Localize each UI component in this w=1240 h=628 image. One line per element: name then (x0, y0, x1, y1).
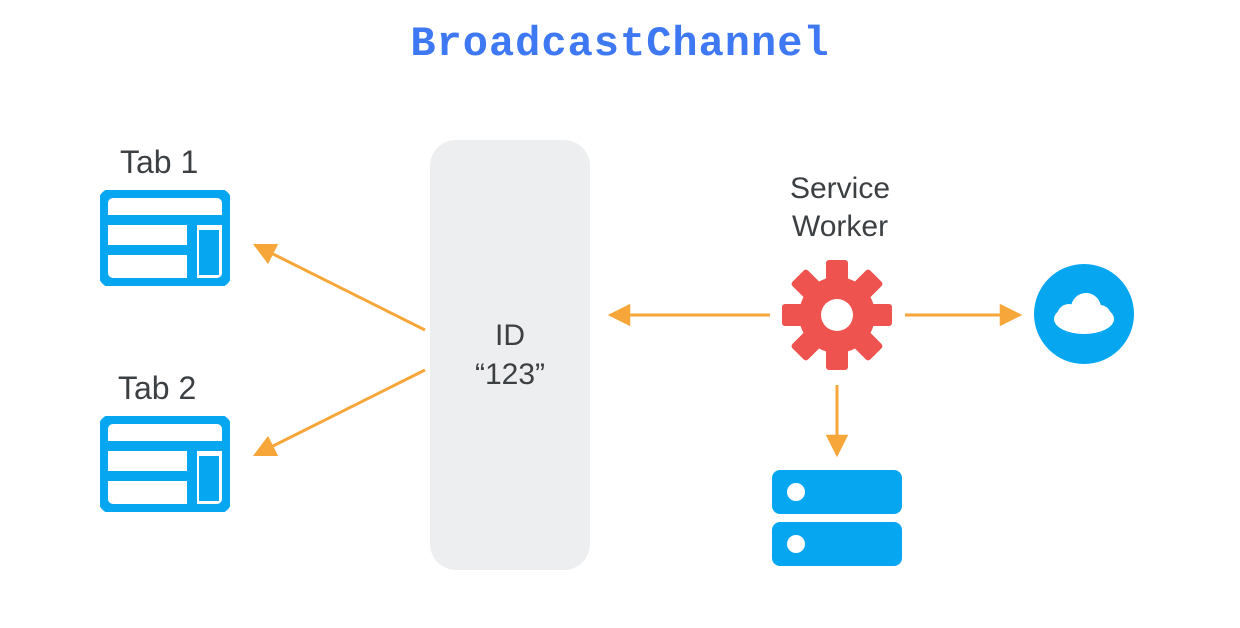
cloud-icon (1034, 264, 1134, 364)
window-icon (100, 190, 230, 286)
diagram-stage: BroadcastChannel Tab 1 Tab 2 ID “123” Se… (0, 0, 1240, 628)
broadcast-channel: ID “123” (430, 140, 590, 570)
tab2-label: Tab 2 (118, 370, 196, 407)
gear-icon (782, 260, 892, 370)
tab1-label: Tab 1 (120, 144, 198, 181)
service-worker-label: Service Worker (770, 170, 910, 245)
service-worker-line1: Service (790, 172, 890, 205)
page-title: BroadcastChannel (0, 20, 1240, 68)
server-icon (772, 470, 902, 566)
channel-id-value: “123” (475, 355, 545, 394)
service-worker-line2: Worker (792, 210, 888, 243)
window-icon (100, 416, 230, 512)
channel-id-label: ID (495, 316, 525, 355)
